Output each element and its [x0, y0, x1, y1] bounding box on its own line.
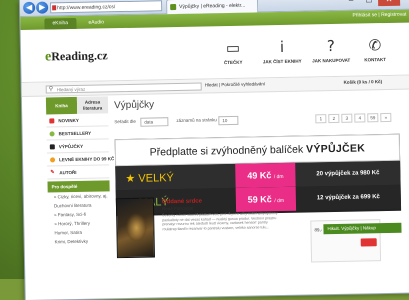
address-bar[interactable]: http://www.ereading.cz/cs/ [50, 0, 163, 14]
sidebar-item-vypujcky[interactable]: VÝPŮJČKY [46, 139, 109, 154]
sidebar-tab-literatura[interactable]: Adresa literatura [76, 96, 109, 114]
tier-row-maly[interactable]: ★ MALÝ 59 Kč / dm 12 výpůjček za 699 Kč [115, 184, 402, 215]
product-title[interactable]: Oddané srdce [162, 199, 202, 206]
star-icon [49, 131, 55, 137]
tier-price: 59 Kč / dm [235, 186, 297, 212]
list-toolbar: Seřadit dle data záznamů na stránku 10 1… [114, 112, 399, 129]
nav-jak-cist[interactable]: i JAK ČÍST EKNIHY [261, 37, 304, 65]
page-link[interactable]: 59 [367, 113, 379, 123]
nav-jak-nakupovat[interactable]: ? JAK NAKUPOVAT [310, 36, 353, 64]
search-button[interactable]: Hledat | Pokročilé vyhledávání [205, 81, 266, 87]
cart-link[interactable]: Košík (0 ks / 0 Kč) [344, 79, 383, 85]
pagination: 1 2 3 4 59 » [315, 112, 392, 124]
coin-icon [50, 157, 56, 163]
logo-text: Reading.cz [51, 48, 108, 64]
close-button[interactable]: ✕ [377, 0, 401, 7]
pen-icon: ✎ [50, 169, 55, 176]
sidebar-item-novinky[interactable]: NOVINKY [46, 113, 109, 128]
sidebar-tabs: Kniha Adresa literatura [45, 96, 109, 115]
next-page-link[interactable]: » [380, 112, 392, 123]
page-link[interactable]: 1 [315, 114, 327, 124]
subscription-banner[interactable]: Předplatte si zvýhodněný balíček VÝPŮJČE… [114, 133, 402, 217]
nav-label: ČTEČKY [223, 59, 243, 66]
tab-eaudio[interactable]: eAudio [80, 17, 112, 29]
book-icon [49, 144, 55, 150]
product-description: Seventy rulean sauveli paaturn ven, prof… [162, 211, 278, 232]
sidebar: Kniha Adresa literatura NOVINKY BESTSELL… [45, 96, 114, 246]
tier-name: ★ VELKÝ [125, 171, 174, 185]
sort-select[interactable]: data [140, 117, 169, 127]
sidebar-item-autori[interactable]: ✎ AUTOŘI [47, 165, 110, 180]
sidebar-tab-kniha[interactable]: Kniha [45, 96, 78, 115]
back-button[interactable]: ◀ [23, 1, 36, 14]
sidebar-item-levne[interactable]: LEVNÉ EKNIHY DO 99 KČ [46, 152, 114, 167]
nav-label: KONTAKT [364, 56, 387, 63]
reader-icon: ▭ [225, 38, 241, 58]
per-page-label: záznamů na stránku [176, 116, 217, 127]
site-logo[interactable]: eReading.cz [45, 48, 108, 65]
tier-price-value: 49 Kč [247, 170, 272, 181]
tab-ekniha[interactable]: eKniha [44, 17, 77, 30]
sort-label: Seřadit dle [114, 117, 136, 128]
tier-description: 12 výpůjček za 699 Kč [316, 194, 380, 202]
borrow-button[interactable] [360, 238, 377, 247]
maximize-button[interactable]: ☐ [360, 0, 378, 6]
nav-ctecky[interactable]: ▭ ČTEČKY [212, 38, 255, 66]
sidebar-item-label: AUTOŘI [59, 169, 77, 176]
site-header: eReading.cz ▭ ČTEČKY i JAK ČÍST EKNIHY ?… [20, 22, 409, 83]
sidebar-item-label: LEVNÉ EKNIHY DO 99 KČ [59, 156, 115, 163]
browser-window: ◀ ▶ http://www.ereading.cz/cs/ Výpůjčky … [20, 0, 409, 300]
tier-price: 49 Kč / dm [235, 162, 296, 188]
search-input[interactable]: Hledaný výraz [45, 82, 202, 94]
page-title: Výpůjčky [113, 99, 155, 112]
sidebar-item-label: VÝPŮJČKY [58, 143, 84, 150]
per-page-select[interactable]: 10 [218, 115, 239, 126]
sidebar-item-bestsellery[interactable]: BESTSELLERY [46, 126, 109, 141]
nav-label: JAK ČÍST EKNIHY [262, 58, 302, 65]
minimize-button[interactable]: – [342, 0, 360, 7]
phone-icon: ✆ [368, 36, 382, 55]
chat-widget[interactable]: Hikult. Výpůjčky | Nákup [323, 222, 402, 235]
product-author[interactable]: René Foncalsal [162, 206, 193, 212]
login-links[interactable]: Přihlásit se | Registrovat [352, 12, 406, 19]
banner-headline-bold: VÝPŮJČEK [306, 142, 366, 156]
main-content: Výpůjčky Seřadit dle data záznamů na str… [113, 91, 402, 217]
sidebar-item-label: NOVINKY [58, 117, 79, 124]
new-icon [49, 118, 55, 124]
banner-headline-text: Předplatte si zvýhodněný balíček [149, 143, 304, 159]
book-cover[interactable] [115, 197, 155, 259]
nav-label: JAK NAKUPOVAT [312, 57, 351, 64]
tier-description: 20 výpůjček za 980 Kč [316, 170, 380, 178]
page-link[interactable]: 4 [354, 113, 366, 123]
page-link[interactable]: 3 [341, 113, 353, 123]
sidebar-item-label: BESTSELLERY [58, 130, 92, 137]
sidebar-subitem[interactable]: Krimi, Detektivky [49, 236, 111, 246]
tier-price-value: 59 Kč [247, 194, 272, 205]
info-icon: i [279, 37, 285, 57]
forward-button[interactable]: ▶ [36, 1, 49, 14]
tier-price-period: / dm [273, 173, 284, 181]
nav-kontakt[interactable]: ✆ KONTAKT [354, 35, 397, 63]
tier-price-period: / dm [274, 197, 285, 205]
page-link[interactable]: 2 [328, 113, 340, 124]
question-icon: ? [326, 36, 336, 56]
